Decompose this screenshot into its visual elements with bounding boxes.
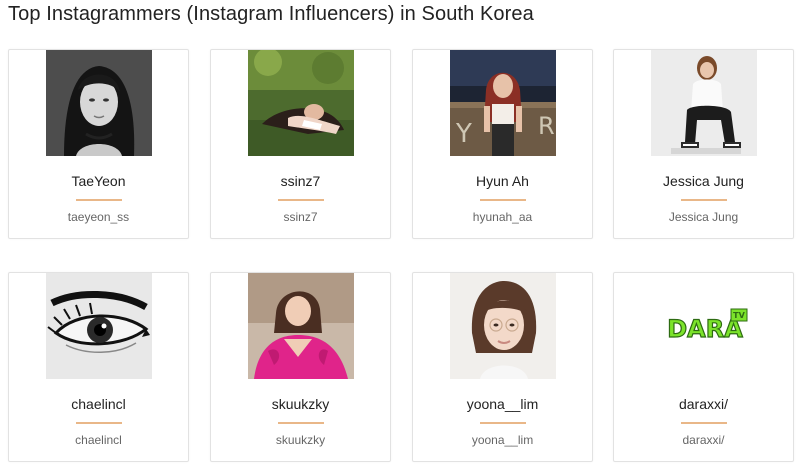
page-title: Top Instagrammers (Instagram Influencers…	[8, 3, 534, 25]
influencer-handle: yoona__lim	[471, 433, 534, 447]
influencer-name[interactable]: Jessica Jung	[614, 173, 793, 189]
svg-text:Y: Y	[455, 119, 472, 149]
name-divider	[278, 422, 324, 424]
name-divider	[681, 422, 727, 424]
influencer-card[interactable]: TaeYeon taeyeon_ss	[8, 49, 189, 239]
profile-photo[interactable]	[248, 50, 354, 156]
influencer-handle: hyunah_aa	[472, 210, 533, 224]
influencer-name[interactable]: TaeYeon	[9, 173, 188, 189]
profile-photo[interactable]	[450, 273, 556, 379]
influencer-handle: Jessica Jung	[668, 210, 739, 224]
influencer-card[interactable]: yoona__lim yoona__lim	[412, 272, 593, 462]
influencer-handle: chaelincl	[75, 433, 122, 447]
name-divider	[480, 422, 526, 424]
influencer-name[interactable]: yoona__lim	[413, 396, 592, 412]
influencer-handle: taeyeon_ss	[67, 210, 130, 224]
profile-photo[interactable]	[248, 273, 354, 379]
influencer-handle: daraxxi/	[682, 433, 725, 447]
name-divider	[76, 422, 122, 424]
influencer-name[interactable]: chaelincl	[9, 396, 188, 412]
influencer-card[interactable]: DARA TV daraxxi/ daraxxi/	[613, 272, 794, 462]
logo-badge: TV	[733, 311, 745, 320]
dara-tv-logo[interactable]: DARA TV	[651, 273, 757, 379]
svg-text:R: R	[538, 112, 555, 140]
profile-photo[interactable]	[46, 273, 152, 379]
influencer-name[interactable]: daraxxi/	[614, 396, 793, 412]
influencer-name[interactable]: Hyun Ah	[413, 173, 592, 189]
influencer-card[interactable]: ssinz7 ssinz7	[210, 49, 391, 239]
influencer-card[interactable]: chaelincl chaelincl	[8, 272, 189, 462]
name-divider	[76, 199, 122, 201]
influencer-handle: skuukzky	[275, 433, 326, 447]
profile-photo[interactable]	[651, 50, 757, 156]
influencer-card[interactable]: Y R Hyun Ah hyunah_aa	[412, 49, 593, 239]
influencer-card[interactable]: skuukzky skuukzky	[210, 272, 391, 462]
influencer-name[interactable]: ssinz7	[211, 173, 390, 189]
name-divider	[480, 199, 526, 201]
influencer-card[interactable]: Jessica Jung Jessica Jung	[613, 49, 794, 239]
profile-photo[interactable]: Y R	[450, 50, 556, 156]
name-divider	[278, 199, 324, 201]
name-divider	[681, 199, 727, 201]
influencer-handle: ssinz7	[283, 210, 318, 224]
influencer-name[interactable]: skuukzky	[211, 396, 390, 412]
profile-photo[interactable]	[46, 50, 152, 156]
